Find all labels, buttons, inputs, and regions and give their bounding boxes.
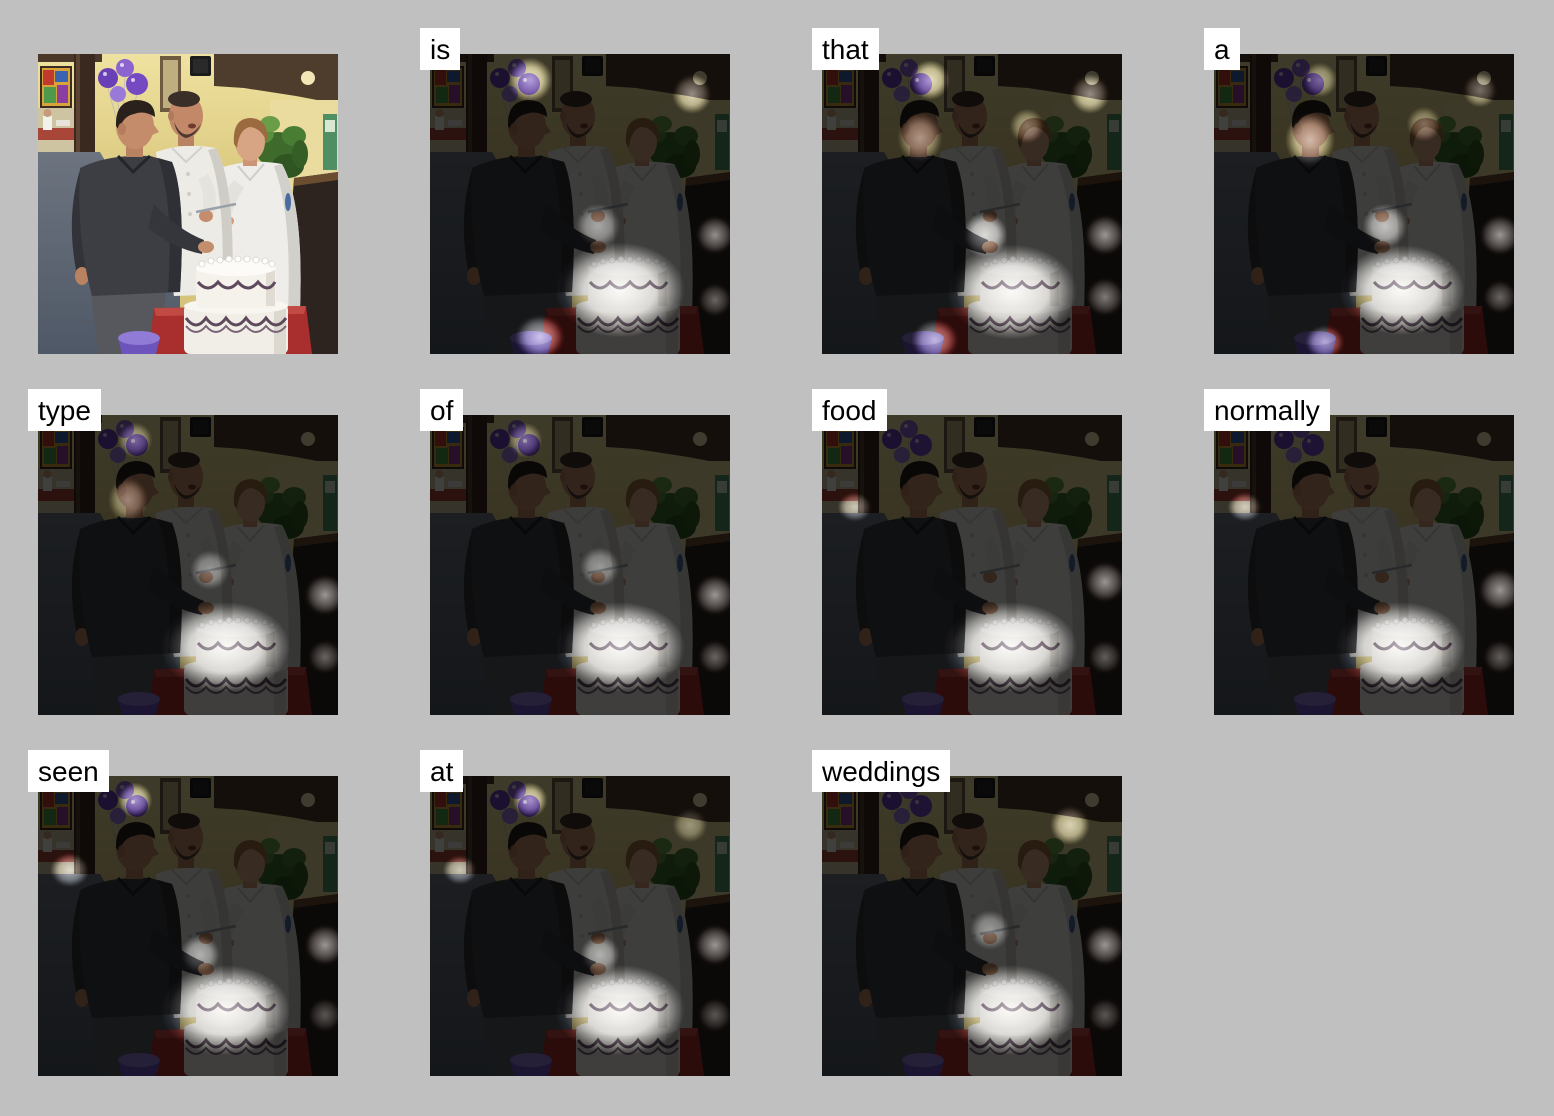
attention-spot	[954, 250, 1070, 334]
attention-spot	[965, 215, 1005, 255]
word-label: at	[420, 750, 464, 792]
original-photo	[38, 54, 338, 354]
attention-map-tile: weddings	[812, 750, 1122, 1076]
attention-spot	[1229, 493, 1261, 521]
original-photo-tile	[38, 54, 338, 354]
attention-spot	[1089, 999, 1121, 1031]
attention-spot	[1087, 279, 1122, 315]
attention-map-tile: normally	[1204, 389, 1514, 715]
word-label: seen	[28, 750, 109, 792]
attention-spot	[1089, 641, 1121, 673]
attention-spot	[509, 424, 541, 456]
attention-map-image	[1214, 54, 1514, 354]
attention-spot	[52, 854, 88, 886]
attention-map-image	[822, 415, 1122, 715]
attention-spot	[514, 784, 546, 816]
attention-spot	[674, 76, 710, 112]
attention-map-tile: is	[420, 28, 730, 354]
attention-spot	[1347, 250, 1457, 330]
attention-spot	[562, 248, 678, 332]
attention-spot	[674, 809, 706, 841]
attention-map-image	[38, 415, 338, 715]
attention-map-image	[430, 776, 730, 1076]
attention-spot	[1288, 115, 1332, 165]
attention-spot	[900, 116, 940, 160]
attention-spot	[1086, 563, 1122, 601]
attention-map-tile: seen	[28, 750, 338, 1076]
word-label: a	[1204, 28, 1240, 70]
scene-photo	[38, 54, 338, 354]
word-label: weddings	[812, 750, 951, 792]
attention-spot	[1072, 76, 1108, 112]
attention-spot	[444, 856, 476, 884]
attention-map-image	[38, 776, 338, 1076]
attention-map-image	[822, 54, 1122, 354]
attention-spot	[1052, 807, 1088, 843]
word-label: type	[28, 389, 101, 431]
attention-spot	[582, 937, 618, 973]
attention-map-tile: type	[28, 389, 338, 715]
attention-spot	[167, 970, 283, 1050]
attention-spot	[839, 493, 871, 521]
attention-map-tile: that	[812, 28, 1122, 354]
attention-map-tile: a	[1204, 28, 1514, 354]
word-label: is	[420, 28, 461, 70]
attention-spot	[510, 60, 550, 100]
attention-spot	[699, 641, 730, 673]
attention-spot	[1342, 607, 1458, 687]
attention-spot	[699, 999, 730, 1031]
attention-spot	[912, 62, 948, 98]
attention-spot	[562, 970, 678, 1050]
attention-spot	[182, 937, 218, 973]
attention-spot	[1464, 74, 1496, 106]
attention-spot	[110, 480, 146, 520]
attention-map-image	[430, 54, 730, 354]
attention-spot	[1484, 281, 1514, 313]
attention-spot	[972, 912, 1008, 948]
attention-spot	[1365, 206, 1405, 246]
attention-spot	[192, 552, 228, 588]
attention-spot	[1011, 110, 1043, 142]
word-label: normally	[1204, 389, 1330, 431]
attention-map-image	[430, 415, 730, 715]
attention-spot	[119, 784, 151, 816]
attention-spot	[582, 549, 618, 585]
attention-map-image	[822, 776, 1122, 1076]
word-label: that	[812, 28, 879, 70]
attention-spot	[562, 607, 678, 687]
attention-spot	[1304, 64, 1336, 96]
attention-spot	[1408, 108, 1440, 140]
attention-spot	[578, 206, 618, 246]
attention-spot	[950, 607, 1070, 687]
attention-map-tile: at	[420, 750, 730, 1076]
word-label: of	[420, 389, 464, 431]
attention-map-tile: food	[812, 389, 1122, 715]
attention-spot	[699, 284, 730, 316]
attention-spot	[1086, 926, 1122, 964]
attention-spot	[1086, 216, 1122, 254]
attention-spot	[167, 607, 283, 687]
attention-map-tile: of	[420, 389, 730, 715]
attention-spot	[1484, 641, 1514, 673]
word-label: food	[812, 389, 887, 431]
attention-spot	[119, 424, 151, 456]
attention-spot	[952, 970, 1068, 1050]
attention-map-image	[1214, 415, 1514, 715]
